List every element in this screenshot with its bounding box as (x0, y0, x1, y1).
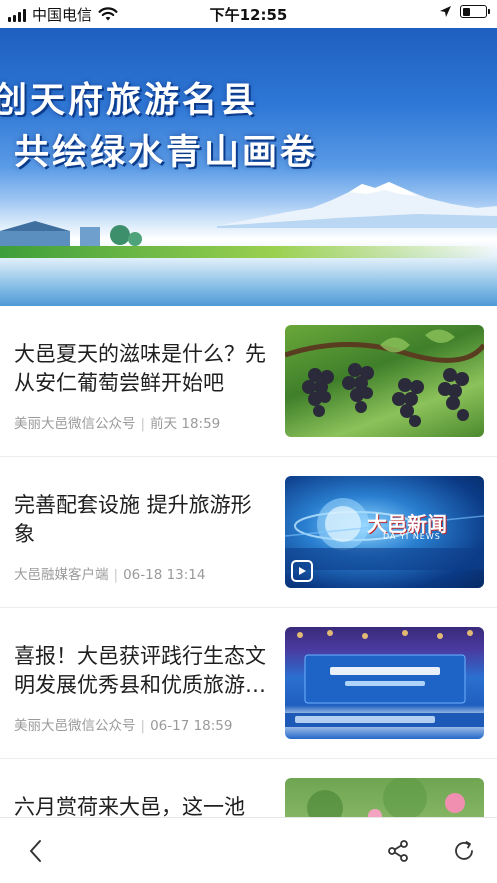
news-meta: 美丽大邑微信公众号 | 前天 18:59 (14, 416, 221, 432)
banner-headline-1: 创天府旅游名县 (0, 80, 259, 121)
news-time: 06-18 13:14 (123, 567, 206, 583)
news-item[interactable]: 大邑夏天的滋味是什么？先从安仁葡萄尝鲜开始吧 美丽大邑微信公众号 | 前天 18:5… (0, 306, 497, 457)
refresh-icon[interactable] (449, 836, 479, 866)
banner-headline-2: 共绘绿水青山画卷 (14, 132, 319, 173)
status-right (439, 5, 490, 18)
status-time: 下午12:55 (209, 6, 288, 24)
status-bar: 中国电信 下午12:55 (0, 0, 497, 28)
grapes-thumbnail[interactable] (285, 325, 484, 437)
news-logo-subtext: DA YI NEWS (383, 532, 441, 541)
grass-strip (0, 246, 497, 258)
award-event-thumbnail[interactable] (285, 627, 484, 739)
news-meta: 美丽大邑微信公众号 | 06-17 18:59 (14, 718, 233, 734)
battery-level (462, 7, 470, 16)
news-item[interactable]: 完善配套设施 提升旅游形象 大邑融媒客户端 | 06-18 13:14 大邑新闻 D… (0, 457, 497, 608)
hero-banner[interactable]: 创天府旅游名县 共绘绿水青山画卷 (0, 28, 497, 306)
news-meta: 大邑融媒客户端 | 06-18 13:14 (14, 567, 206, 583)
news-feed: 大邑夏天的滋味是什么？先从安仁葡萄尝鲜开始吧 美丽大邑微信公众号 | 前天 18:5… (0, 306, 497, 883)
snow-mountain-graphic (217, 182, 497, 228)
news-title: 喜报！大邑获评践行生态文明发展优秀县和优质旅游目的地 (14, 644, 266, 697)
share-icon[interactable] (383, 836, 413, 866)
play-icon[interactable] (291, 560, 313, 582)
news-title: 完善配套设施 提升旅游形象 (14, 493, 252, 546)
news-source: 大邑融媒客户端 (14, 567, 109, 583)
battery-icon (460, 5, 490, 18)
grapes-photo (285, 329, 484, 427)
news-source: 美丽大邑微信公众号 (14, 718, 136, 734)
award-event-photo (285, 630, 484, 727)
bottom-toolbar (0, 817, 497, 883)
news-item[interactable]: 喜报！大邑获评践行生态文明发展优秀县和优质旅游目的地 美丽大邑微信公众号|06-… (0, 608, 497, 759)
news-video-thumbnail[interactable]: 大邑新闻 DA YI NEWS (285, 476, 484, 588)
news-title: 大邑夏天的滋味是什么？先从安仁葡萄尝鲜开始吧 (14, 342, 266, 395)
news-source: 美丽大邑微信公众号 (14, 416, 136, 432)
news-time: 06-17 18:59 (150, 718, 233, 734)
back-chevron-icon[interactable] (20, 836, 50, 866)
location-arrow-icon (440, 6, 451, 17)
news-time: 前天 18:59 (150, 416, 221, 432)
